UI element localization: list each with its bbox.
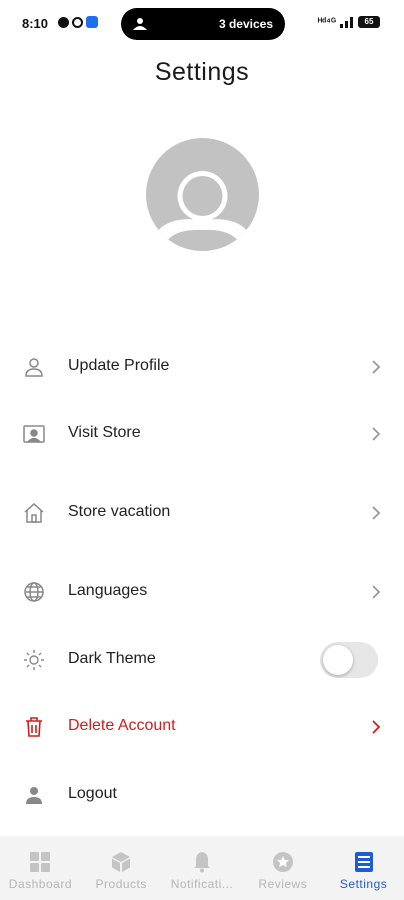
nav-label: Products <box>95 877 147 891</box>
whatsapp-icon <box>72 16 83 28</box>
globe-icon <box>24 582 44 602</box>
menu-delete-account[interactable]: Delete Account <box>0 703 404 751</box>
menu-label: Update Profile <box>68 357 170 374</box>
bottom-nav: Dashboard Products Notificati... Reviews… <box>0 836 404 900</box>
signal-icon <box>340 17 353 28</box>
trash-icon <box>26 717 42 737</box>
avatar[interactable] <box>146 138 259 251</box>
person-icon <box>26 787 42 804</box>
user-icon <box>25 358 43 377</box>
chevron-right-icon <box>372 427 381 441</box>
chevron-right-icon <box>372 360 381 374</box>
menu-logout[interactable]: Logout <box>0 771 404 819</box>
devices-icon <box>133 18 147 30</box>
nav-dashboard[interactable]: Dashboard <box>0 836 81 900</box>
chevron-right-icon <box>372 720 381 734</box>
status-time: 8:10 <box>22 16 49 31</box>
menu-dark-theme: Dark Theme <box>0 636 404 684</box>
chat-icon <box>58 16 69 28</box>
connected-devices-pill[interactable]: 3 devices <box>121 8 285 40</box>
menu-languages[interactable]: Languages <box>0 568 404 616</box>
menu-label: Visit Store <box>68 424 141 441</box>
box-icon <box>112 852 131 872</box>
nav-settings[interactable]: Settings <box>323 836 404 900</box>
avatar-placeholder-icon <box>150 171 255 251</box>
menu-update-profile[interactable]: Update Profile <box>0 343 404 391</box>
menu-label: Delete Account <box>68 717 176 734</box>
sun-icon <box>24 650 44 670</box>
menu-visit-store[interactable]: Visit Store <box>0 410 404 458</box>
nav-notifications[interactable]: Notificati... <box>162 836 243 900</box>
bell-icon <box>193 852 210 873</box>
toggle-knob <box>323 645 353 675</box>
nav-label: Settings <box>339 877 388 891</box>
menu-label: Dark Theme <box>68 650 156 667</box>
chevron-right-icon <box>372 585 381 599</box>
list-icon <box>354 852 373 872</box>
messenger-icon <box>86 16 98 28</box>
nav-label: Notificati... <box>170 877 234 891</box>
page-title: Settings <box>154 58 250 86</box>
network-type: ᴴᵈ⁴ᴳ <box>317 16 336 28</box>
menu-store-vacation[interactable]: Store vacation <box>0 489 404 537</box>
system-icons: ᴴᵈ⁴ᴳ 65 <box>318 16 380 28</box>
menu-label: Store vacation <box>68 503 171 520</box>
home-icon <box>24 502 44 523</box>
notification-icons <box>58 16 98 28</box>
dark-theme-toggle[interactable] <box>320 642 378 678</box>
status-bar: 8:10 3 devices ᴴᵈ⁴ᴳ 65 <box>0 0 404 48</box>
menu-label: Logout <box>68 785 117 802</box>
store-card-icon <box>23 425 45 443</box>
star-icon <box>272 852 293 872</box>
nav-label: Dashboard <box>8 877 72 891</box>
battery-icon: 65 <box>358 16 380 28</box>
menu-label: Languages <box>68 582 148 599</box>
nav-products[interactable]: Products <box>81 836 162 900</box>
grid-icon <box>30 852 51 872</box>
nav-reviews[interactable]: Reviews <box>242 836 323 900</box>
nav-label: Reviews <box>258 877 308 891</box>
chevron-right-icon <box>372 506 381 520</box>
pill-text: 3 devices <box>218 17 273 31</box>
